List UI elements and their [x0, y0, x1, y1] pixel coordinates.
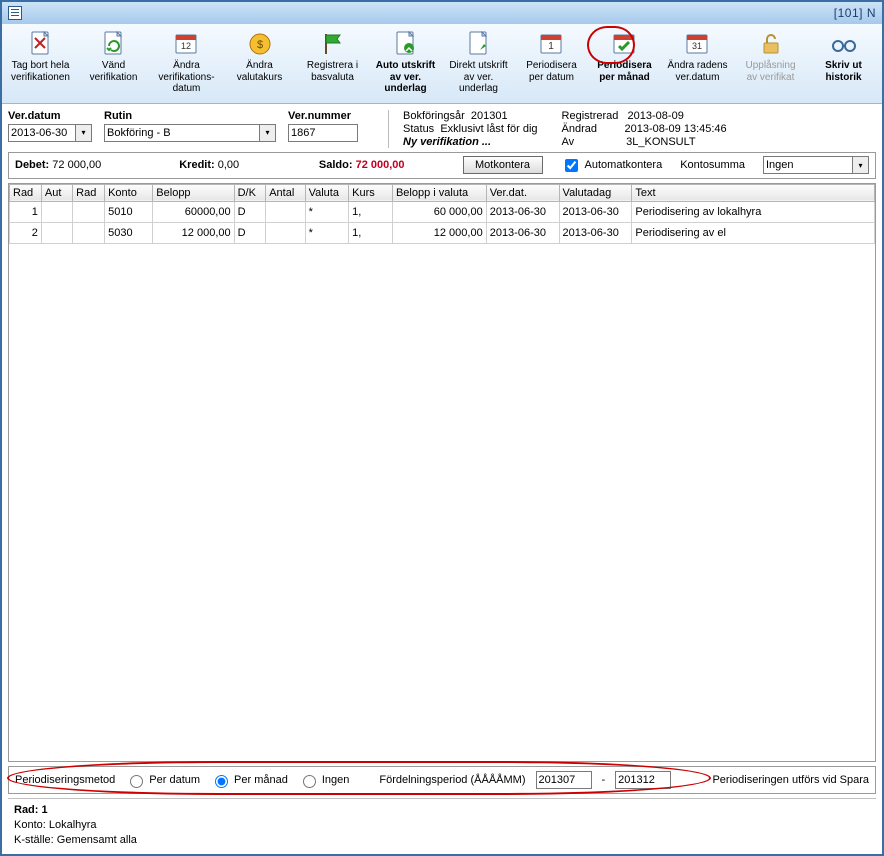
svg-text:12: 12: [180, 41, 190, 51]
table-row[interactable]: 2503012 000,00D*1,12 000,002013-06-30201…: [10, 222, 875, 243]
ver-datum-input[interactable]: [8, 124, 76, 142]
col-valuta[interactable]: Valuta: [305, 184, 349, 201]
col-rad[interactable]: Rad: [73, 184, 105, 201]
ny-verifikation-link[interactable]: Ny verifikation ...: [403, 136, 538, 148]
tb-unlock: Upplåsning av verifikat: [734, 28, 807, 99]
tb-print-history[interactable]: Skriv ut historik: [807, 28, 880, 99]
lock-open-icon: [757, 30, 785, 58]
titlebar: [101] N: [2, 2, 882, 24]
footer-info: Rad: 1 Konto: Lokalhyra K-ställe: Gemens…: [8, 798, 876, 854]
tb-auto-print[interactable]: Auto utskrift av ver. underlag: [369, 28, 442, 99]
svg-text:31: 31: [691, 41, 701, 51]
autokontera-checkbox[interactable]: Automatkontera: [561, 156, 663, 175]
col-antal[interactable]: Antal: [266, 184, 305, 201]
col-ver-dat-[interactable]: Ver.dat.: [486, 184, 559, 201]
col-d-k[interactable]: D/K: [234, 184, 266, 201]
fordel-label: Fördelningsperiod (ÅÅÅÅMM): [379, 774, 525, 786]
tb-period-month[interactable]: Periodisera per månad: [588, 28, 661, 99]
tb-reverse[interactable]: Vänd verifikation: [77, 28, 150, 99]
svg-text:1: 1: [548, 41, 554, 52]
period-info: Periodiseringen utförs vid Spara: [712, 774, 869, 786]
ver-datum-dropdown[interactable]: ▾: [76, 124, 92, 142]
tb-direct-print[interactable]: Direkt utskrift av ver. underlag: [442, 28, 515, 99]
ver-nummer-label: Ver.nummer: [288, 110, 368, 122]
meta-panel: Bokföringsår 201301 Registrerad 2013-08-…: [388, 110, 727, 148]
page-reverse-icon: [100, 30, 128, 58]
kontosumma-label: Kontosumma: [680, 159, 745, 171]
tb-change-date[interactable]: 12Ändra verifikations- datum: [150, 28, 223, 99]
menu-icon[interactable]: [8, 6, 22, 20]
period-from-input[interactable]: [536, 771, 592, 789]
calendar-check-icon: [611, 30, 639, 58]
period-method-label: Periodiseringsmetod: [15, 774, 115, 786]
toolbar: Tag bort hela verifikationen Vänd verifi…: [2, 24, 882, 104]
kontosumma-dropdown[interactable]: ▾: [853, 156, 869, 174]
rutin-label: Rutin: [104, 110, 278, 122]
rutin-dropdown[interactable]: ▾: [260, 124, 276, 142]
col-kurs[interactable]: Kurs: [349, 184, 393, 201]
glasses-icon: [830, 30, 858, 58]
tb-period-date[interactable]: 1Periodisera per datum: [515, 28, 588, 99]
col-konto[interactable]: Konto: [105, 184, 153, 201]
ver-nummer-input[interactable]: [288, 124, 358, 142]
window-title: [101] N: [834, 6, 876, 20]
tb-register-base[interactable]: Registrera i basvaluta: [296, 28, 369, 99]
col-text[interactable]: Text: [632, 184, 875, 201]
rutin-input[interactable]: [104, 124, 260, 142]
calendar-31-icon: 31: [684, 30, 712, 58]
tb-delete[interactable]: Tag bort hela verifikationen: [4, 28, 77, 99]
ver-datum-label: Ver.datum: [8, 110, 94, 122]
flag-icon: [319, 30, 347, 58]
tb-change-row-date[interactable]: 31Ändra radens ver.datum: [661, 28, 734, 99]
currency-icon: $: [246, 30, 274, 58]
col-belopp-i-valuta[interactable]: Belopp i valuta: [392, 184, 486, 201]
calendar-edit-icon: 12: [173, 30, 201, 58]
col-belopp[interactable]: Belopp: [153, 184, 234, 201]
kontosumma-select[interactable]: [763, 156, 853, 174]
page-print-icon: [465, 30, 493, 58]
radio-per-manad[interactable]: Per månad: [210, 772, 288, 788]
radio-ingen[interactable]: Ingen: [298, 772, 350, 788]
app-window: [101] N Tag bort hela verifikationen Vän…: [0, 0, 884, 856]
content: Ver.datum ▾ Rutin ▾ Ver.nummer Bokföring…: [2, 104, 882, 855]
summary-bar: Debet: 72 000,00 Kredit: 0,00 Saldo: 72 …: [8, 152, 876, 179]
table-row[interactable]: 1501060000,00D*1,60 000,002013-06-302013…: [10, 201, 875, 222]
page-auto-print-icon: [392, 30, 420, 58]
col-aut[interactable]: Aut: [41, 184, 72, 201]
page-delete-icon: [27, 30, 55, 58]
col-rad[interactable]: Rad: [10, 184, 42, 201]
period-to-input[interactable]: [615, 771, 671, 789]
svg-text:$: $: [256, 39, 262, 51]
radio-per-datum[interactable]: Per datum: [125, 772, 200, 788]
calendar-1-icon: 1: [538, 30, 566, 58]
tb-change-rate[interactable]: $Ändra valutakurs: [223, 28, 296, 99]
col-valutadag[interactable]: Valutadag: [559, 184, 632, 201]
period-bar: Periodiseringsmetod Per datum Per månad …: [8, 766, 876, 794]
entries-grid[interactable]: RadAutRadKontoBeloppD/KAntalValutaKursBe…: [8, 183, 876, 763]
motkontera-button[interactable]: Motkontera: [463, 156, 543, 174]
